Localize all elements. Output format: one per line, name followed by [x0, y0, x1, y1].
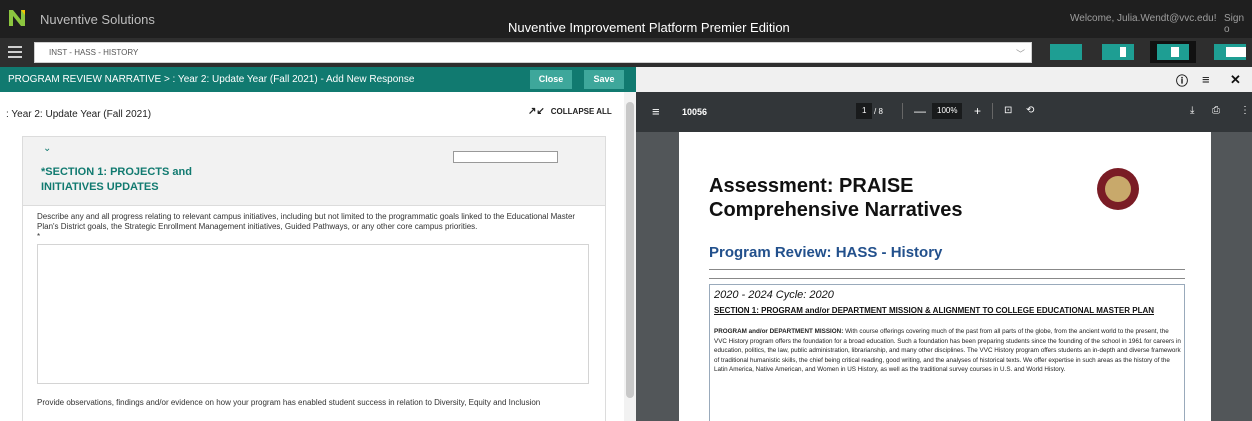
fit-page-icon[interactable]: ⊡	[1004, 105, 1012, 116]
unit-bar: INST - HASS - HISTORY ﹀	[0, 38, 1252, 67]
pdf-toolbar: ≡ 10056 1 / 8 — 100% + ⊡ ⟲ ⤓ ⎙ ⋮	[636, 92, 1252, 132]
info-icon[interactable]: ⓘ	[1176, 72, 1188, 89]
section-body: Describe any and all progress relating t…	[22, 206, 606, 421]
nuventive-logo-icon	[6, 7, 28, 29]
chevron-down-icon: ﹀	[1015, 49, 1025, 59]
more-icon[interactable]: ⋮	[1240, 105, 1250, 116]
layout-right-only-button[interactable]	[1214, 44, 1246, 60]
section-box: 2020 - 2024 Cycle: 2020 SECTION 1: PROGR…	[709, 284, 1185, 421]
unit-select[interactable]: INST - HASS - HISTORY ﹀	[34, 42, 1032, 63]
form-pane: : Year 2: Update Year (Fall 2021) ↗↙ COLL…	[0, 92, 636, 421]
document-title: Assessment: PRAISE Comprehensive Narrati…	[709, 175, 963, 221]
menu-icon[interactable]: ≡	[652, 104, 660, 119]
scrollbar-thumb[interactable]	[626, 102, 634, 398]
form-scrollbar[interactable]	[624, 92, 636, 421]
zoom-out-button[interactable]: —	[914, 104, 926, 118]
print-icon[interactable]: ⎙	[1212, 105, 1220, 116]
section-title: *SECTION 1: PROJECTS and INITIATIVES UPD…	[41, 166, 192, 193]
section-header[interactable]: ⌄ *SECTION 1: PROJECTS and INITIATIVES U…	[22, 136, 606, 206]
layout-left-only-button[interactable]	[1050, 44, 1082, 60]
pdf-viewer[interactable]: Assessment: PRAISE Comprehensive Narrati…	[636, 132, 1252, 421]
response-textarea[interactable]	[37, 244, 589, 384]
page-total: / 8	[874, 107, 883, 116]
question-prompt: Describe any and all progress relating t…	[37, 212, 576, 241]
download-icon[interactable]: ⤓	[1190, 105, 1194, 116]
required-mark: *	[37, 232, 41, 241]
divider	[709, 269, 1185, 270]
page-number-input[interactable]: 1	[856, 103, 873, 119]
zoom-level[interactable]: 100%	[932, 103, 963, 119]
layout-split-button[interactable]	[1150, 41, 1196, 63]
collapse-all-button[interactable]: ↗↙ COLLAPSE ALL	[528, 106, 612, 117]
section-status-field[interactable]	[453, 151, 558, 163]
rotate-icon[interactable]: ⟲	[1026, 105, 1034, 116]
chevron-down-icon[interactable]: ⌄	[43, 143, 51, 154]
mission-label: PROGRAM and/or DEPARTMENT MISSION:	[714, 328, 844, 335]
mission-paragraph: PROGRAM and/or DEPARTMENT MISSION: With …	[714, 327, 1182, 375]
collapse-all-label: COLLAPSE ALL	[550, 107, 612, 116]
collapse-arrows-icon: ↗↙	[528, 106, 545, 117]
hamburger-icon[interactable]	[8, 46, 22, 58]
form-title: : Year 2: Update Year (Fall 2021)	[6, 109, 152, 120]
close-button[interactable]: Close	[530, 70, 572, 89]
list-icon[interactable]: ≡	[1202, 72, 1210, 87]
top-bar: Nuventive Solutions Nuventive Improvemen…	[0, 0, 1252, 38]
zoom-in-button[interactable]: +	[974, 104, 981, 118]
pdf-page: Assessment: PRAISE Comprehensive Narrati…	[679, 132, 1211, 421]
save-button[interactable]: Save	[584, 70, 624, 89]
pdf-file-name: 10056	[682, 107, 708, 117]
college-seal-icon	[1097, 168, 1139, 210]
cycle-label: 2020 - 2024 Cycle: 2020	[714, 289, 834, 301]
document-subtitle: Program Review: HASS - History	[709, 244, 943, 261]
app-title: Nuventive Improvement Platform Premier E…	[508, 20, 790, 35]
brand-name: Nuventive Solutions	[40, 12, 155, 27]
divider	[709, 278, 1185, 279]
sign-out-link[interactable]: Sign o	[1224, 13, 1252, 35]
layout-left-wide-button[interactable]	[1102, 44, 1134, 60]
close-icon[interactable]: ✕	[1230, 72, 1241, 88]
narrative-breadcrumb: PROGRAM REVIEW NARRATIVE > : Year 2: Upd…	[8, 74, 415, 85]
welcome-text: Welcome, Julia.Wendt@vvc.edu!	[1070, 13, 1217, 24]
question-prompt-2: Provide observations, findings and/or ev…	[37, 398, 541, 407]
narrative-header: PROGRAM REVIEW NARRATIVE > : Year 2: Upd…	[0, 67, 636, 92]
section-heading: SECTION 1: PROGRAM and/or DEPARTMENT MIS…	[714, 306, 1155, 315]
unit-select-value: INST - HASS - HISTORY	[49, 48, 139, 57]
document-panel-header: ⓘ ≡ ✕	[636, 67, 1252, 92]
